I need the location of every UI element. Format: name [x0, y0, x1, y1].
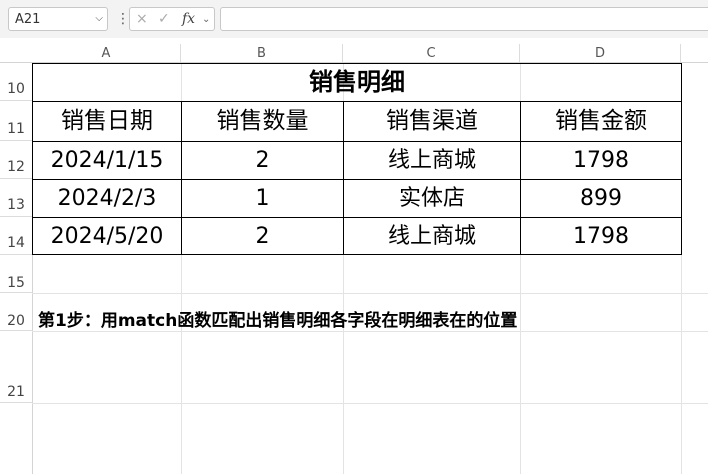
- header-sales-quantity[interactable]: 销售数量: [182, 102, 343, 141]
- chevron-down-icon[interactable]: ⌵: [95, 13, 103, 24]
- row-header-15[interactable]: 15: [0, 255, 32, 293]
- cell-channel[interactable]: 实体店: [344, 180, 520, 217]
- row-header-14[interactable]: 14: [0, 217, 32, 255]
- name-box-value: A21: [15, 12, 41, 27]
- step-note[interactable]: 第1步：用match函数匹配出销售明细各字段在明细表在的位置: [38, 306, 517, 331]
- cell-quantity[interactable]: 2: [182, 218, 343, 255]
- formula-input[interactable]: [220, 7, 708, 31]
- row-header-21[interactable]: 21: [0, 331, 32, 403]
- formula-buttons: × ✓ fx ⌄: [129, 7, 215, 31]
- cell-quantity[interactable]: 1: [182, 180, 343, 217]
- cancel-icon[interactable]: ×: [136, 11, 148, 27]
- column-header-c[interactable]: C: [343, 44, 520, 63]
- confirm-icon[interactable]: ✓: [158, 11, 170, 27]
- gridline: [32, 403, 708, 404]
- header-sales-date[interactable]: 销售日期: [33, 102, 181, 141]
- cell-quantity[interactable]: 2: [182, 142, 343, 179]
- name-box[interactable]: A21 ⌵: [8, 7, 108, 31]
- column-header-a[interactable]: A: [32, 44, 181, 63]
- row-header-10[interactable]: 10: [0, 63, 32, 101]
- cell-amount[interactable]: 1798: [521, 218, 681, 255]
- more-options-icon[interactable]: ⋮: [116, 12, 130, 26]
- row-header-20[interactable]: 20: [0, 293, 32, 331]
- row-header-13[interactable]: 13: [0, 179, 32, 217]
- table-title[interactable]: 销售明细: [33, 63, 681, 101]
- cell-amount[interactable]: 899: [521, 180, 681, 217]
- row-header-11[interactable]: 11: [0, 101, 32, 141]
- chevron-down-icon[interactable]: ⌄: [202, 14, 210, 25]
- cell-date[interactable]: 2024/5/20: [33, 218, 181, 255]
- column-header-b[interactable]: B: [181, 44, 343, 63]
- formula-bar: A21 ⌵ ⋮ × ✓ fx ⌄: [0, 0, 708, 38]
- gridline: [32, 293, 708, 294]
- cell-amount[interactable]: 1798: [521, 142, 681, 179]
- cell-date[interactable]: 2024/2/3: [33, 180, 181, 217]
- header-sales-channel[interactable]: 销售渠道: [344, 102, 520, 141]
- gridline: [32, 331, 708, 332]
- select-all-corner[interactable]: [0, 44, 32, 63]
- header-sales-amount[interactable]: 销售金额: [521, 102, 681, 141]
- row-header-12[interactable]: 12: [0, 141, 32, 179]
- cell-channel[interactable]: 线上商城: [344, 218, 520, 255]
- cell-date[interactable]: 2024/1/15: [33, 142, 181, 179]
- column-header-d[interactable]: D: [520, 44, 681, 63]
- cell-channel[interactable]: 线上商城: [344, 142, 520, 179]
- insert-function-icon[interactable]: fx: [182, 11, 195, 27]
